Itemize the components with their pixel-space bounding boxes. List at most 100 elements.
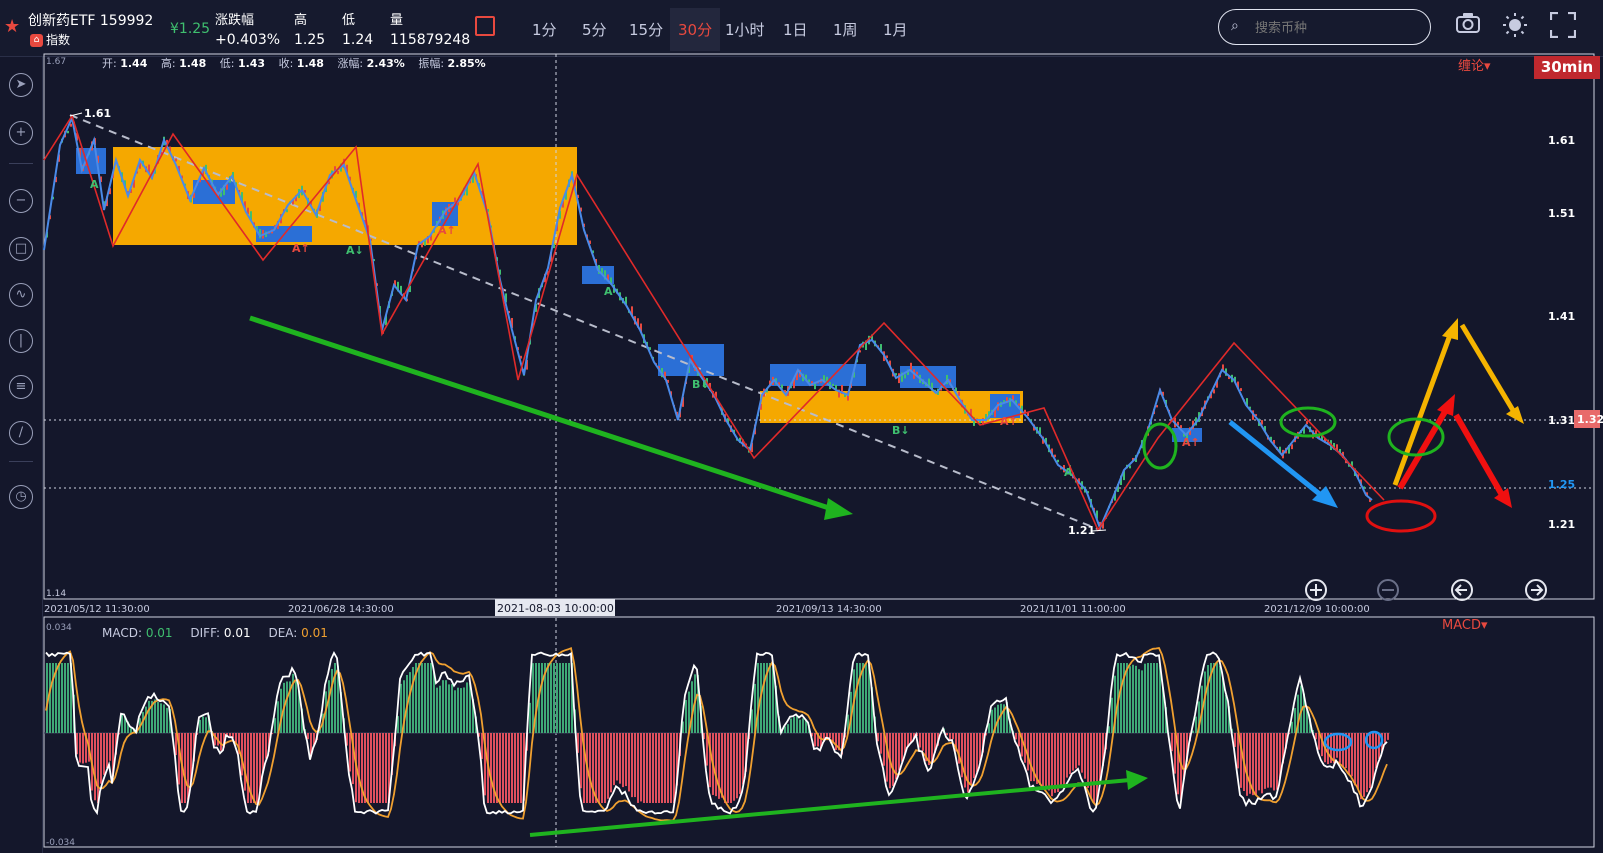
macd-bar bbox=[733, 733, 735, 801]
macd-bar bbox=[439, 685, 441, 733]
macd-bar bbox=[490, 733, 492, 803]
macd-bar bbox=[106, 733, 108, 768]
macd-bar bbox=[1054, 733, 1056, 793]
macd-bar bbox=[616, 733, 618, 781]
candle bbox=[175, 158, 177, 162]
macd-bar bbox=[445, 680, 447, 733]
red-ellipse bbox=[1365, 499, 1437, 533]
macd-bar bbox=[1150, 663, 1152, 733]
candle bbox=[832, 383, 834, 387]
macd-bar bbox=[1057, 733, 1059, 793]
macd-bar bbox=[685, 700, 687, 733]
price-tick: 1.61 bbox=[1548, 134, 1575, 147]
ohlc-label: 开: bbox=[102, 57, 117, 70]
macd-bar bbox=[589, 733, 591, 803]
macd-bar bbox=[1078, 733, 1080, 766]
macd-bar bbox=[220, 733, 222, 751]
macd-value: 0.01 bbox=[145, 626, 173, 640]
macd-bar bbox=[727, 733, 729, 803]
ohlc-legend: 开: 1.44 高: 1.48 低: 1.43 收: 1.48 涨幅: 2.43… bbox=[102, 55, 496, 71]
macd-bar bbox=[373, 733, 375, 803]
annotations bbox=[249, 315, 1524, 533]
macd-bar bbox=[1258, 733, 1260, 791]
macd-bar bbox=[634, 733, 636, 798]
macd-indicator-dropdown[interactable]: MACD▾ bbox=[1442, 618, 1488, 633]
macd-bar bbox=[376, 733, 378, 803]
macd-bar bbox=[970, 733, 972, 785]
macd-bar bbox=[1216, 663, 1218, 733]
date-axis: 2021/05/12 11:30:00 2021/06/28 14:30:00 … bbox=[44, 604, 1370, 615]
axis-top-label: 1.67 bbox=[46, 57, 66, 67]
macd-bar bbox=[382, 733, 384, 803]
macd-bar bbox=[1129, 666, 1131, 733]
macd-bar bbox=[625, 733, 627, 787]
macd-bar bbox=[553, 663, 555, 733]
macd-bar bbox=[550, 663, 552, 733]
macd-bar bbox=[637, 733, 639, 803]
macd-bar bbox=[1384, 733, 1386, 743]
macd-bar bbox=[1120, 663, 1122, 733]
macd-bar bbox=[742, 733, 744, 785]
macd-bar bbox=[163, 704, 165, 733]
macd-bar bbox=[202, 716, 204, 733]
macd-bar bbox=[1360, 733, 1362, 800]
macd-bar bbox=[556, 663, 558, 733]
macd-bar bbox=[667, 733, 669, 803]
ohlc-label: 涨幅: bbox=[337, 57, 364, 70]
macd-bar bbox=[421, 663, 423, 733]
macd-bar bbox=[922, 733, 924, 751]
macd-bar bbox=[1261, 733, 1263, 794]
macd-bar bbox=[856, 663, 858, 733]
macd-axis-bottom: -0.034 bbox=[46, 838, 75, 848]
scroll-left-icon[interactable] bbox=[1451, 579, 1473, 601]
macd-bar bbox=[640, 733, 642, 802]
green-divergence-arrow bbox=[529, 778, 1131, 837]
macd-bar bbox=[436, 687, 438, 733]
macd-bar bbox=[1084, 733, 1086, 779]
macd-bar bbox=[160, 703, 162, 733]
price-chart[interactable]: A A↑ A↓ A↑ A B↓ B↓ A↑ A A↑ 1.61 1.21 1.6… bbox=[0, 0, 1603, 853]
blue-down-arrow bbox=[1228, 420, 1324, 498]
macd-bar bbox=[1195, 716, 1197, 733]
signal-label: A bbox=[90, 178, 99, 191]
macd-bar bbox=[1336, 733, 1338, 758]
macd-bar bbox=[466, 682, 468, 733]
macd-bar bbox=[1219, 665, 1221, 733]
candle bbox=[1240, 388, 1242, 392]
macd-bar bbox=[205, 717, 207, 733]
macd-bar bbox=[52, 663, 54, 733]
zoom-out-icon[interactable] bbox=[1377, 579, 1399, 601]
macd-bar bbox=[256, 733, 258, 803]
macd-bar bbox=[1270, 733, 1272, 788]
macd-bar bbox=[481, 733, 483, 759]
chanlun-indicator-dropdown[interactable]: 缠论▾ bbox=[1458, 55, 1491, 74]
macd-bar bbox=[880, 733, 882, 754]
macd-bar bbox=[424, 663, 426, 733]
macd-bar bbox=[670, 733, 672, 803]
macd-bar bbox=[715, 733, 717, 797]
macd-bar bbox=[763, 663, 765, 733]
macd-bar bbox=[67, 663, 69, 733]
macd-bar bbox=[1171, 733, 1173, 752]
scroll-right-icon[interactable] bbox=[1525, 579, 1547, 601]
yellow-down-arrow bbox=[1459, 323, 1517, 414]
date-tick: 2021/11/01 11:00:00 bbox=[1020, 604, 1126, 615]
macd-bar bbox=[109, 733, 111, 761]
macd-bar bbox=[1225, 694, 1227, 733]
macd-bar bbox=[430, 663, 432, 733]
macd-bar bbox=[97, 733, 99, 803]
candle bbox=[67, 130, 69, 134]
zoom-in-icon[interactable] bbox=[1305, 579, 1327, 601]
green-circle bbox=[1142, 422, 1178, 470]
price-tick: 1.31 bbox=[1548, 414, 1575, 427]
macd-bar bbox=[1060, 733, 1062, 786]
macd-bar bbox=[286, 681, 288, 733]
ohlc-value: 1.44 bbox=[120, 57, 148, 70]
macd-bar bbox=[244, 733, 246, 791]
diff-label: DIFF: bbox=[190, 626, 221, 640]
macd-bar bbox=[502, 733, 504, 803]
price-tick: 1.21 bbox=[1548, 518, 1575, 531]
macd-bar bbox=[1072, 733, 1074, 771]
macd-bar bbox=[409, 672, 411, 733]
macd-bar bbox=[901, 733, 903, 762]
